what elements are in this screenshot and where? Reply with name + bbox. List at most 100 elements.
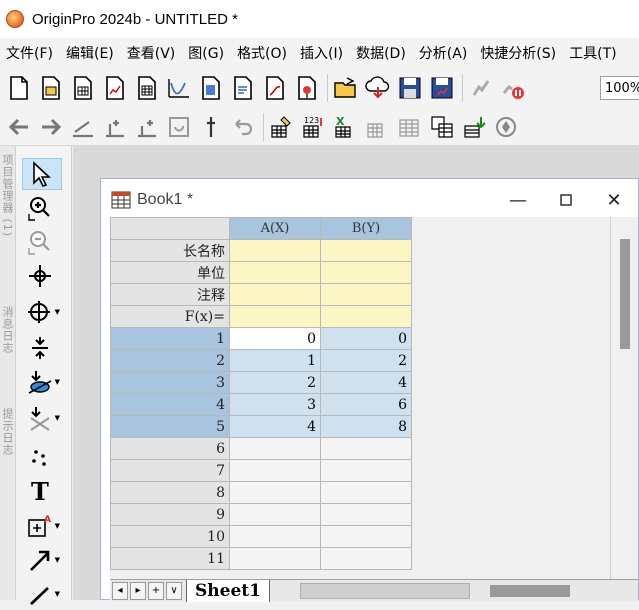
row-number-header[interactable]: 10 [110, 525, 230, 548]
cell-a[interactable] [229, 437, 321, 460]
horizontal-scrollbar[interactable] [300, 583, 470, 599]
sheet-list-button[interactable]: ∨ [166, 581, 182, 600]
cell-b[interactable] [320, 437, 412, 460]
add-row-icon[interactable] [132, 112, 162, 142]
sheet-prev-button[interactable]: ◂ [112, 581, 128, 600]
cell-a[interactable]: 1 [229, 349, 321, 372]
forward-arrow-icon[interactable] [36, 112, 66, 142]
text-tool-icon[interactable]: T [22, 474, 62, 506]
new-layout-icon[interactable] [196, 73, 226, 103]
column-header-a[interactable]: A(X) [229, 217, 321, 240]
cell-a[interactable] [229, 547, 321, 570]
menu-view[interactable]: 查看(V) [127, 43, 176, 63]
pointer-tool-icon[interactable] [22, 158, 62, 190]
cell-b[interactable] [320, 525, 412, 548]
add-sheet-button[interactable]: + [148, 581, 164, 600]
cell-b[interactable]: 8 [320, 415, 412, 438]
menu-analysis[interactable]: 分析(A) [419, 43, 468, 63]
row-number-header[interactable]: 11 [110, 547, 230, 570]
arrow-tool-icon[interactable]: ▼ [22, 544, 62, 576]
cell-b[interactable] [320, 459, 412, 482]
close-button[interactable]: ✕ [599, 185, 629, 215]
back-arrow-icon[interactable] [4, 112, 34, 142]
select-all-corner[interactable] [110, 217, 230, 240]
pin-icon[interactable] [196, 112, 226, 142]
import-icon[interactable] [459, 112, 489, 142]
row-number-header[interactable]: 1 [110, 327, 230, 350]
cell-b[interactable]: 0 [320, 327, 412, 350]
save-icon[interactable] [395, 73, 425, 103]
menu-insert[interactable]: 插入(I) [300, 43, 343, 63]
workbook-titlebar[interactable]: Book1 * — ✕ [101, 179, 638, 221]
menu-format[interactable]: 格式(O) [237, 43, 287, 63]
menu-data[interactable]: 数据(D) [356, 43, 406, 63]
cell-b[interactable]: 4 [320, 371, 412, 394]
cell-a[interactable]: 3 [229, 393, 321, 416]
menu-graph[interactable]: 图(G) [188, 43, 224, 63]
row-number-header[interactable]: 7 [110, 459, 230, 482]
copy-sheet-icon[interactable] [427, 112, 457, 142]
vertical-scrollbar[interactable] [610, 217, 638, 587]
data-reader-tool-icon[interactable]: ▼ [22, 296, 62, 328]
long-name-cell-a[interactable] [229, 239, 321, 262]
add-column-icon[interactable] [100, 112, 130, 142]
row-number-header[interactable]: 2 [110, 349, 230, 372]
refresh-icon[interactable] [164, 112, 194, 142]
open-icon[interactable] [331, 73, 361, 103]
zoom-in-tool-icon[interactable] [22, 192, 62, 224]
horizontal-scroll-thumb[interactable] [490, 585, 570, 597]
new-notes-icon[interactable] [228, 73, 258, 103]
row-number-header[interactable]: 5 [110, 415, 230, 438]
fill-numbers-icon[interactable]: 123 [299, 112, 329, 142]
cell-b[interactable] [320, 547, 412, 570]
menu-tools[interactable]: 工具(T) [569, 43, 616, 63]
row-number-header[interactable]: 8 [110, 481, 230, 504]
cell-a[interactable] [229, 481, 321, 504]
cell-b[interactable] [320, 503, 412, 526]
cloud-download-icon[interactable] [363, 73, 393, 103]
new-excel-icon[interactable] [292, 73, 322, 103]
new-matrix-icon[interactable] [132, 73, 162, 103]
sheet-next-button[interactable]: ▸ [130, 581, 146, 600]
screen-reader-tool-icon[interactable] [22, 260, 62, 292]
column-header-b[interactable]: B(Y) [320, 217, 412, 240]
cell-a[interactable]: 2 [229, 371, 321, 394]
minimize-button[interactable]: — [503, 185, 533, 215]
save-template-icon[interactable] [427, 73, 457, 103]
menu-edit[interactable]: 编辑(E) [66, 43, 114, 63]
vertical-scroll-thumb[interactable] [620, 239, 630, 349]
cell-a[interactable]: 0 [229, 327, 321, 350]
stack-columns-icon[interactable] [363, 112, 393, 142]
zoom-level-field[interactable]: 100% [600, 76, 639, 100]
scatter-points-tool-icon[interactable] [22, 440, 62, 472]
cell-b[interactable]: 2 [320, 349, 412, 372]
row-number-header[interactable]: 6 [110, 437, 230, 460]
cell-b[interactable] [320, 481, 412, 504]
line-tool-icon[interactable]: ▼ [22, 578, 62, 610]
new-workbook-icon[interactable] [68, 73, 98, 103]
mask-tool-icon[interactable]: ▼ [22, 402, 62, 434]
smart-hint-log-tab[interactable]: 提示日志 [1, 408, 15, 456]
row-number-header[interactable]: 9 [110, 503, 230, 526]
menu-quick-analysis[interactable]: 快捷分析(S) [480, 43, 556, 63]
menu-file[interactable]: 文件(F) [6, 43, 53, 63]
formula-cell-a[interactable] [229, 305, 321, 328]
units-cell-b[interactable] [320, 261, 412, 284]
row-number-header[interactable]: 3 [110, 371, 230, 394]
comments-cell-b[interactable] [320, 283, 412, 306]
cell-a[interactable] [229, 459, 321, 482]
new-graph-icon[interactable] [100, 73, 130, 103]
long-name-cell-b[interactable] [320, 239, 412, 262]
zoom-out-tool-icon[interactable] [22, 226, 62, 258]
workbook-window[interactable]: Book1 * — ✕ A(X) B(Y) 长名称 单位 注释 F(x)= 1 … [100, 178, 639, 602]
cell-a[interactable]: 4 [229, 415, 321, 438]
worksheet-grid[interactable]: A(X) B(Y) 长名称 单位 注释 F(x)= 1 0 0 2 1 2 3 … [110, 217, 610, 587]
data-cursor-tool-icon[interactable] [22, 332, 62, 364]
new-folder-icon[interactable] [36, 73, 66, 103]
sheet-tab-sheet1[interactable]: Sheet1 [186, 579, 270, 602]
rescale-icon[interactable] [68, 112, 98, 142]
comments-cell-a[interactable] [229, 283, 321, 306]
compass-icon[interactable] [491, 112, 521, 142]
set-column-values-icon[interactable] [267, 112, 297, 142]
cell-a[interactable] [229, 503, 321, 526]
